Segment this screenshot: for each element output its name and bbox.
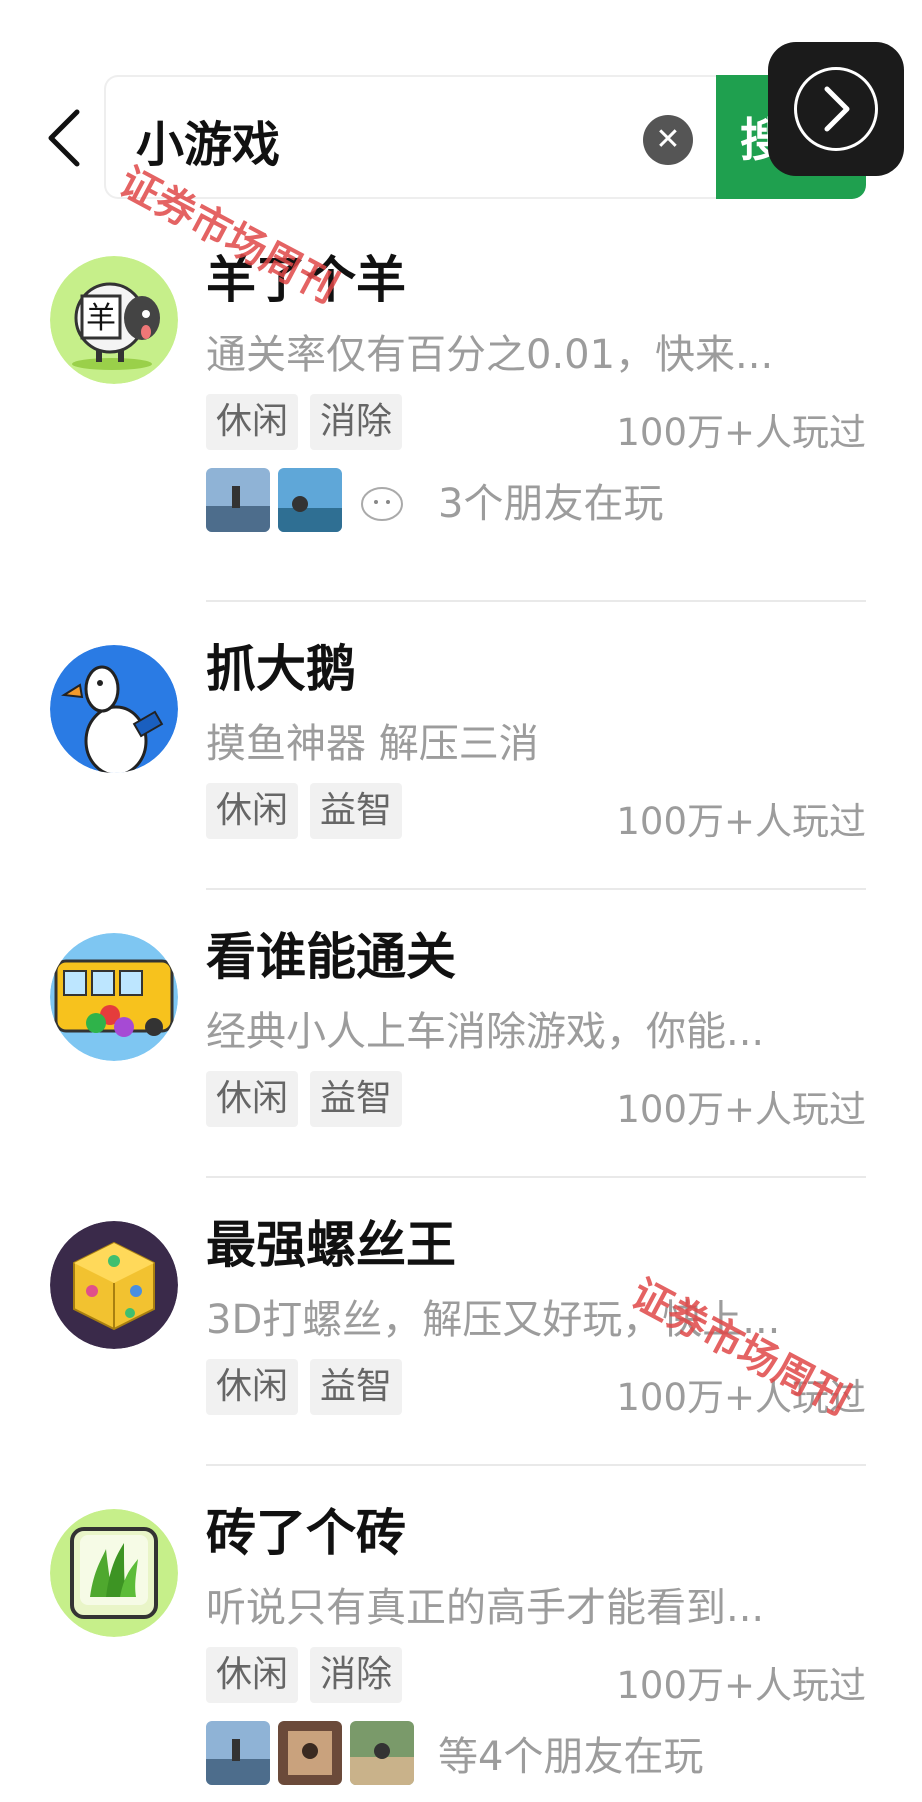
game-tag: 休闲	[206, 1647, 299, 1703]
friends-playing: 等4个朋友在玩	[206, 1721, 703, 1785]
played-count: 100万+人玩过	[616, 1088, 866, 1131]
friend-avatar	[206, 468, 270, 532]
close-icon: ✕	[655, 122, 681, 157]
goose-game-icon	[50, 645, 178, 773]
played-count: 100万+人玩过	[616, 411, 866, 454]
played-count: 100万+人玩过	[616, 1664, 866, 1707]
sheep-game-icon: 羊	[50, 256, 178, 384]
game-title: 抓大鹅	[206, 640, 356, 698]
friends-playing-text: 等4个朋友在玩	[438, 1734, 704, 1780]
game-tag: 休闲	[206, 394, 299, 450]
game-tag: 益智	[310, 1359, 403, 1415]
game-title: 看谁能通关	[206, 928, 456, 986]
friend-avatar	[350, 1721, 414, 1785]
friend-avatar	[206, 1721, 270, 1785]
game-tag: 休闲	[206, 783, 299, 839]
chevron-left-icon	[48, 109, 80, 167]
game-title: 最强螺丝王	[206, 1216, 456, 1274]
friend-avatar	[278, 1721, 342, 1785]
game-tags: 休闲 益智	[206, 1071, 403, 1127]
friends-playing-text: 3个朋友在玩	[438, 481, 664, 527]
played-count: 100万+人玩过	[616, 800, 866, 843]
grass-tile-game-icon	[50, 1509, 178, 1637]
friends-playing: 3个朋友在玩	[206, 468, 663, 532]
divider	[206, 1464, 866, 1466]
game-tags: 休闲 消除	[206, 394, 403, 450]
screw-cube-game-icon	[50, 1221, 178, 1349]
game-tag: 休闲	[206, 1071, 299, 1127]
chevron-right-icon	[824, 86, 850, 132]
game-tag: 消除	[310, 1647, 403, 1703]
game-tags: 休闲 消除	[206, 1647, 403, 1703]
floating-next-button[interactable]	[768, 42, 904, 176]
game-tag: 益智	[310, 1071, 403, 1127]
bus-game-icon	[50, 933, 178, 1061]
friend-avatar	[278, 468, 342, 532]
game-description: 听说只有真正的高手才能看到...	[206, 1585, 765, 1631]
svg-text:羊: 羊	[86, 301, 116, 336]
game-tag: 休闲	[206, 1359, 299, 1415]
divider	[206, 600, 866, 602]
game-tag: 消除	[310, 394, 403, 450]
divider	[206, 888, 866, 890]
game-description: 经典小人上车消除游戏，你能...	[206, 1009, 765, 1055]
friend-avatar	[350, 468, 414, 532]
game-tags: 休闲 益智	[206, 1359, 403, 1415]
game-description: 摸鱼神器 解压三消	[206, 721, 539, 767]
back-button[interactable]	[38, 98, 88, 178]
divider	[206, 1176, 866, 1178]
game-tags: 休闲 益智	[206, 783, 403, 839]
game-description: 通关率仅有百分之0.01，快来...	[206, 332, 774, 378]
game-title: 砖了个砖	[206, 1504, 406, 1562]
clear-search-button[interactable]: ✕	[643, 115, 693, 165]
game-tag: 益智	[310, 783, 403, 839]
